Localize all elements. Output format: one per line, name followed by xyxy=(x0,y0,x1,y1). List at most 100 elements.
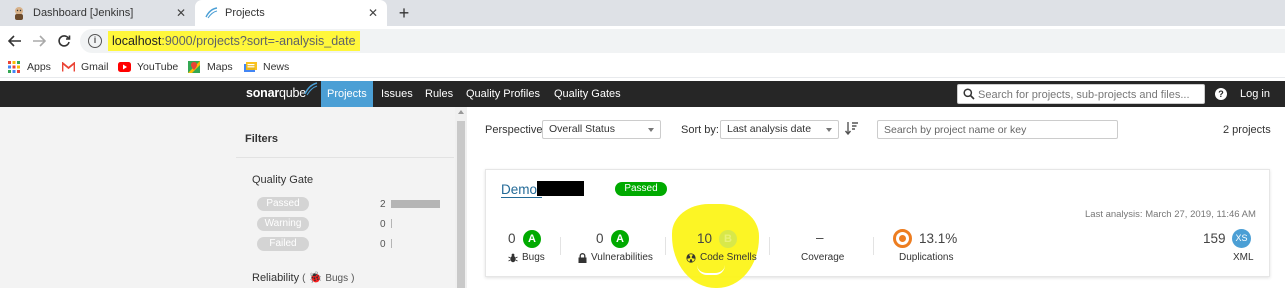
tab-title: Dashboard [Jenkins] xyxy=(33,7,134,19)
divider xyxy=(560,237,561,255)
filter-passed-count: 2 xyxy=(380,199,386,210)
maps-icon xyxy=(187,61,201,73)
bookmark-label: YouTube xyxy=(137,61,179,73)
coverage-label: Coverage xyxy=(801,252,845,263)
bookmarks-bar: Apps Gmail YouTube Maps News xyxy=(0,56,1285,78)
quality-gate-facet-title: Quality Gate xyxy=(252,174,314,186)
close-tab-icon[interactable]: ✕ xyxy=(173,6,189,20)
divider xyxy=(665,237,666,255)
logo-text-bold: sonar xyxy=(246,86,280,100)
duplications-value[interactable]: 13.1% xyxy=(919,231,957,246)
reliability-sub: Bugs xyxy=(325,273,349,284)
filter-warning[interactable]: Warning xyxy=(257,217,309,231)
bugs-rating[interactable]: A xyxy=(523,230,541,248)
redaction-box xyxy=(537,181,584,196)
close-tab-icon[interactable]: ✕ xyxy=(365,6,381,20)
vulnerabilities-label-text: Vulnerabilities xyxy=(591,252,653,263)
bugs-value[interactable]: 0 xyxy=(508,231,516,246)
filter-passed-bar xyxy=(391,200,440,208)
coverage-value[interactable]: – xyxy=(816,230,824,245)
perspective-select[interactable]: Overall Status xyxy=(542,120,661,139)
bookmark-youtube[interactable]: YouTube xyxy=(117,59,178,75)
last-analysis-date: Last analysis: March 27, 2019, 11:46 AM xyxy=(1085,209,1256,220)
project-search-input[interactable] xyxy=(884,123,1112,137)
global-search-input[interactable] xyxy=(978,87,1200,102)
code-smells-rating[interactable]: B xyxy=(719,230,737,248)
lines-of-code-value[interactable]: 159 xyxy=(1203,231,1226,246)
url-text: localhost:9000/projects?sort=-analysis_d… xyxy=(108,31,360,51)
filter-warning-bar xyxy=(391,219,392,228)
back-arrow-icon[interactable] xyxy=(6,32,24,50)
vulnerabilities-label: Vulnerabilities xyxy=(578,252,653,263)
filter-failed[interactable]: Failed xyxy=(257,237,309,251)
youtube-icon xyxy=(117,61,131,73)
filter-passed[interactable]: Passed xyxy=(257,197,309,211)
url-host: localhost xyxy=(112,34,162,48)
language-label: XML xyxy=(1233,252,1254,263)
sortby-select[interactable]: Last analysis date xyxy=(720,120,839,139)
divider xyxy=(769,237,770,255)
forward-arrow-icon[interactable] xyxy=(30,32,48,50)
filter-failed-bar xyxy=(391,239,392,248)
bookmark-label: News xyxy=(263,61,290,73)
bug-icon: 🐞 xyxy=(308,272,323,284)
project-search[interactable] xyxy=(877,120,1118,139)
bookmark-maps[interactable]: Maps xyxy=(187,59,233,75)
sidebar-scrollbar[interactable] xyxy=(455,107,467,288)
sonarqube-navbar: sonarqube Projects Issues Rules Quality … xyxy=(0,81,1285,107)
nav-projects[interactable]: Projects xyxy=(321,81,373,107)
news-icon xyxy=(243,61,257,73)
sortby-value: Last analysis date xyxy=(727,123,812,135)
tab-projects[interactable]: Projects ✕ xyxy=(195,0,387,26)
address-bar: i localhost:9000/projects?sort=-analysis… xyxy=(0,26,1285,56)
sortby-label: Sort by: xyxy=(681,124,719,136)
vulnerabilities-rating[interactable]: A xyxy=(611,230,629,248)
tab-jenkins-dashboard[interactable]: Dashboard [Jenkins] ✕ xyxy=(0,0,195,26)
project-name-link[interactable]: Demo- xyxy=(501,182,542,198)
filter-warning-count: 0 xyxy=(380,219,386,230)
bookmark-label: Apps xyxy=(27,61,51,73)
paren-close: ) xyxy=(351,273,355,284)
bookmark-label: Gmail xyxy=(81,61,109,73)
sonarqube-logo[interactable]: sonarqube xyxy=(246,86,306,100)
gmail-icon xyxy=(61,61,75,73)
code-smells-label-text: Code Smells xyxy=(700,252,757,263)
perspective-value: Overall Status xyxy=(549,123,615,135)
global-search[interactable] xyxy=(957,84,1205,104)
divider xyxy=(873,237,874,255)
logo-text: qube xyxy=(279,86,307,100)
scrollbar-thumb[interactable] xyxy=(457,121,465,288)
lock-icon xyxy=(578,252,587,263)
paren-open: ( xyxy=(302,273,306,284)
nav-quality-profiles[interactable]: Quality Profiles xyxy=(460,81,546,107)
help-icon[interactable]: ? xyxy=(1215,88,1227,100)
info-icon[interactable]: i xyxy=(88,34,102,48)
sort-direction-icon[interactable] xyxy=(845,121,859,135)
bookmark-gmail[interactable]: Gmail xyxy=(61,59,108,75)
nav-rules[interactable]: Rules xyxy=(419,81,459,107)
sonarqube-wave-icon xyxy=(304,82,318,96)
reliability-facet-title: Reliability ( 🐞 Bugs ) xyxy=(252,271,355,284)
login-link[interactable]: Log in xyxy=(1240,81,1270,107)
vulnerabilities-value[interactable]: 0 xyxy=(596,231,604,246)
scroll-up-icon[interactable] xyxy=(458,110,464,114)
bookmark-news[interactable]: News xyxy=(243,59,289,75)
bug-icon xyxy=(508,253,518,263)
url-path: :9000/projects?sort=-analysis_date xyxy=(161,34,356,48)
nav-issues[interactable]: Issues xyxy=(375,81,419,107)
bookmark-label: Maps xyxy=(207,61,233,73)
reload-icon[interactable] xyxy=(55,32,73,50)
url-field[interactable]: i localhost:9000/projects?sort=-analysis… xyxy=(80,29,1285,53)
chevron-down-icon xyxy=(648,128,654,132)
nav-quality-gates[interactable]: Quality Gates xyxy=(548,81,627,107)
new-tab-icon[interactable]: + xyxy=(394,2,414,24)
code-smells-value[interactable]: 10 xyxy=(697,231,712,246)
apps-grid-icon xyxy=(7,61,21,73)
chevron-down-icon xyxy=(826,128,832,132)
bookmark-apps[interactable]: Apps xyxy=(7,59,51,75)
jenkins-icon xyxy=(12,6,26,20)
filters-title: Filters xyxy=(245,133,279,145)
filter-failed-count: 0 xyxy=(380,239,386,250)
bugs-label-text: Bugs xyxy=(522,252,545,263)
search-icon xyxy=(963,88,975,100)
